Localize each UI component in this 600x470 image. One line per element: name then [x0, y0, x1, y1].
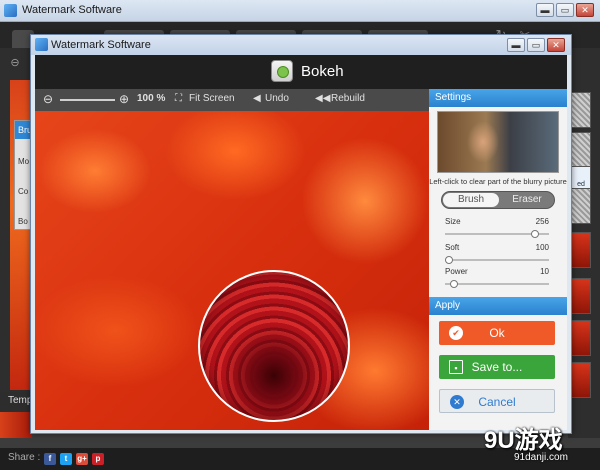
site-watermark: 9U游戏 91danji.com: [462, 420, 596, 468]
floppy-disk-icon: ▪: [449, 360, 463, 374]
outer-title-bar: Watermark Software ▬ ▭ ✕: [0, 0, 600, 22]
brush-cursor-circle: [198, 270, 350, 422]
dialog-maximize-button[interactable]: ▭: [527, 38, 545, 52]
size-label: Size: [445, 217, 461, 226]
soft-value: 100: [535, 243, 549, 252]
soft-slider-knob[interactable]: [445, 256, 453, 264]
image-canvas[interactable]: [35, 111, 429, 430]
size-value: 256: [535, 217, 549, 226]
thumbnail[interactable]: [571, 362, 591, 398]
thumbnail[interactable]: [571, 132, 591, 168]
bokeh-dialog: Watermark Software ▬ ▭ ✕ Bokeh ⊖ ⊕ 100 %…: [30, 34, 572, 434]
thumbnail[interactable]: [571, 92, 591, 128]
brush-eraser-toggle[interactable]: Brush Eraser: [441, 191, 555, 209]
thumbnail[interactable]: [571, 320, 591, 356]
thumbnail[interactable]: [571, 188, 591, 224]
zoom-slider[interactable]: [60, 99, 115, 101]
undo-button[interactable]: Undo: [265, 93, 289, 104]
ok-button[interactable]: ✔ Ok: [439, 321, 555, 345]
save-button-label: Save to...: [471, 360, 523, 374]
effect-title: Bokeh: [301, 63, 344, 80]
settings-hint: Left-click to clear part of the blurry p…: [429, 177, 567, 186]
rebuild-button[interactable]: Rebuild: [331, 93, 365, 104]
outer-maximize-button[interactable]: ▭: [556, 3, 574, 17]
settings-panel: Settings Left-click to clear part of the…: [429, 89, 567, 430]
effect-preview-image: [437, 111, 559, 173]
dialog-minimize-button[interactable]: ▬: [507, 38, 525, 52]
cancel-button[interactable]: ✕ Cancel: [439, 389, 555, 413]
rebuild-icon[interactable]: ◀◀: [315, 93, 330, 104]
outer-window-title: Watermark Software: [22, 4, 122, 16]
bokeh-effect-icon: [271, 60, 293, 82]
zoom-out-icon[interactable]: ⊖: [43, 92, 53, 106]
settings-header: Settings: [429, 89, 567, 107]
power-label: Power: [445, 267, 468, 276]
cancel-button-label: Cancel: [478, 395, 516, 409]
power-value: 10: [540, 267, 549, 276]
dialog-window-title: Watermark Software: [51, 39, 151, 51]
templates-label: Temp: [0, 392, 32, 410]
app-icon: [35, 38, 48, 51]
ok-button-label: Ok: [489, 326, 505, 340]
dialog-title-bar: Watermark Software ▬ ▭ ✕: [31, 35, 571, 55]
soft-label: Soft: [445, 243, 460, 252]
facebook-icon[interactable]: f: [44, 453, 56, 465]
outer-close-button[interactable]: ✕: [576, 3, 594, 17]
checkmark-icon: ✔: [449, 326, 463, 340]
watermark-logo-text: 9U游戏: [484, 427, 563, 454]
brush-mode-button[interactable]: Brush: [443, 193, 499, 207]
fit-screen-button[interactable]: Fit Screen: [189, 93, 235, 104]
eraser-mode-button[interactable]: Eraser: [500, 193, 554, 207]
apply-header: Apply: [429, 297, 567, 315]
zoom-level: 100 %: [137, 93, 166, 104]
watermark-url: 91danji.com: [514, 452, 568, 463]
template-thumbnails[interactable]: [0, 412, 32, 438]
thumbnail[interactable]: [571, 232, 591, 268]
dialog-header: Bokeh: [35, 55, 567, 89]
zoom-in-icon[interactable]: ⊕: [119, 92, 129, 106]
pinterest-icon[interactable]: p: [92, 453, 104, 465]
save-to-button[interactable]: ▪ Save to...: [439, 355, 555, 379]
twitter-icon[interactable]: t: [60, 453, 72, 465]
outer-minimize-button[interactable]: ▬: [536, 3, 554, 17]
dialog-close-button[interactable]: ✕: [547, 38, 565, 52]
thumbnail[interactable]: [571, 278, 591, 314]
soft-slider[interactable]: [445, 256, 549, 264]
size-slider[interactable]: [445, 230, 549, 238]
size-slider-knob[interactable]: [531, 230, 539, 238]
google-plus-icon[interactable]: g+: [76, 453, 88, 465]
power-slider[interactable]: [445, 280, 549, 288]
undo-icon[interactable]: ◀: [253, 93, 261, 104]
fit-screen-icon[interactable]: ⛶: [175, 93, 182, 104]
app-icon: [4, 4, 17, 17]
power-slider-knob[interactable]: [450, 280, 458, 288]
share-label: Share :: [8, 452, 41, 463]
editor-toolbar: ⊖ ⊕ 100 % ⛶ Fit Screen ◀ Undo ◀◀ Rebuild: [35, 89, 429, 111]
zoom-out-icon[interactable]: ⊖: [6, 54, 24, 72]
close-icon: ✕: [450, 395, 464, 409]
